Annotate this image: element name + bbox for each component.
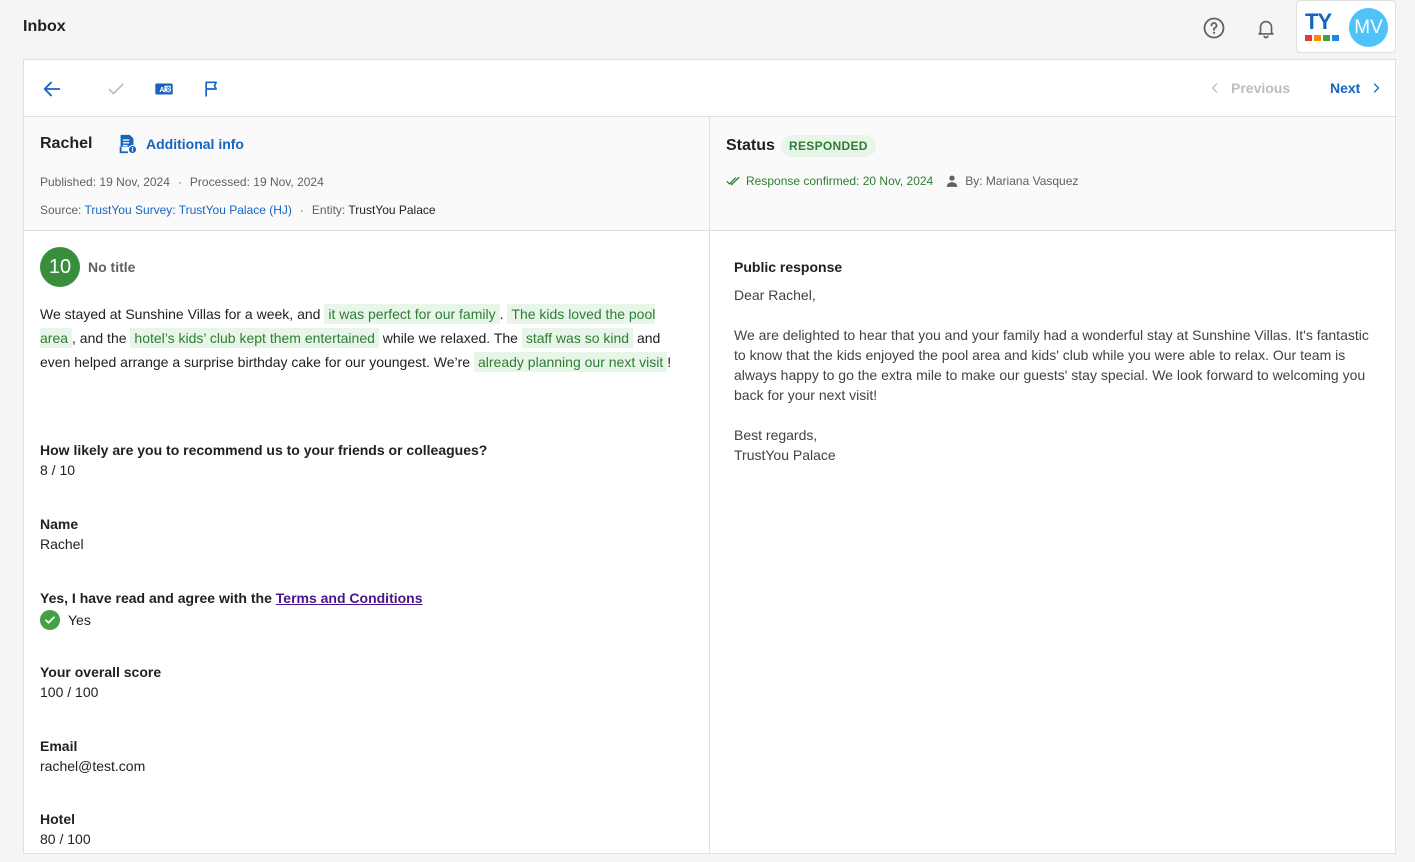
status-label: Status (726, 137, 775, 154)
next-button[interactable]: Next (1330, 80, 1382, 96)
highlight-positive: it was perfect for our family (324, 304, 500, 324)
bell-icon[interactable] (1252, 14, 1280, 42)
response-panel: Public response Dear Rachel, We are deli… (710, 231, 1395, 854)
translate-icon[interactable]: A文 (152, 77, 176, 101)
review-text: We stayed at Sunshine Villas for a week,… (40, 304, 672, 372)
question-terms: Yes, I have read and agree with the Term… (40, 590, 423, 630)
response-title: Public response (734, 259, 843, 275)
status-badge: RESPONDED (781, 135, 876, 157)
review-card: A文 Previous Next Rachel Additional info … (23, 59, 1396, 854)
response-body: Dear Rachel, We are delighted to hear th… (734, 287, 1369, 463)
page-title: Inbox (23, 18, 66, 35)
highlight-positive: staff was so kind (521, 328, 634, 348)
chevron-left-icon (1211, 83, 1218, 93)
flag-icon[interactable] (200, 77, 224, 101)
question-recommend: How likely are you to recommend us to yo… (40, 442, 488, 478)
question-hotel: Hotel 80 / 100 (40, 811, 91, 847)
avatar[interactable]: MV (1349, 8, 1388, 47)
highlight-positive: hotel’s kids’ club kept them entertained (130, 328, 379, 348)
mark-done-icon[interactable] (104, 77, 128, 101)
additional-info-button[interactable]: Additional info (116, 133, 244, 155)
double-check-icon (726, 176, 740, 186)
additional-info-label: Additional info (146, 136, 244, 152)
question-name: Name Rachel (40, 516, 84, 552)
help-icon[interactable] (1200, 14, 1228, 42)
responder-name: By: Mariana Vasquez (965, 174, 1079, 188)
entity-value: TrustYou Palace (348, 203, 436, 217)
next-label: Next (1330, 80, 1361, 96)
question-overall-score: Your overall score 100 / 100 (40, 664, 162, 700)
review-title: No title (88, 259, 136, 275)
person-icon (946, 175, 958, 187)
review-toolbar: A文 Previous Next (24, 60, 1395, 117)
published-date: 19 Nov, 2024 (99, 175, 170, 189)
review-content: 10 No title We stayed at Sunshine Villas… (24, 231, 710, 854)
info-document-icon (119, 134, 138, 155)
status-panel: Status RESPONDED Response confirmed: 20 … (710, 117, 1395, 231)
score-badge: 10 (40, 247, 80, 287)
previous-button[interactable]: Previous (1209, 80, 1290, 96)
back-button[interactable] (40, 77, 64, 101)
review-meta: Rachel Additional info Published: 19 Nov… (24, 117, 710, 231)
previous-label: Previous (1231, 80, 1291, 96)
response-confirmed: Response confirmed: 20 Nov, 2024 By: Mar… (726, 174, 1078, 188)
top-bar: Inbox TY MV (0, 0, 1415, 56)
highlight-positive: already planning our next visit (474, 352, 668, 372)
dates-line: Published: 19 Nov, 2024 · Processed: 19 … (40, 175, 324, 189)
svg-text:文: 文 (165, 85, 171, 93)
terms-link[interactable]: Terms and Conditions (276, 590, 423, 606)
source-link[interactable]: TrustYou Survey: TrustYou Palace (HJ) (84, 203, 291, 217)
chevron-right-icon (1374, 83, 1380, 93)
check-circle-icon (40, 610, 60, 630)
reviewer-name: Rachel (40, 135, 93, 152)
processed-date: 19 Nov, 2024 (253, 175, 324, 189)
account-switcher[interactable]: TY MV (1296, 0, 1396, 53)
question-email: Email rachel@test.com (40, 738, 146, 774)
source-line: Source: TrustYou Survey: TrustYou Palace… (40, 203, 436, 217)
trustyou-logo: TY (1305, 11, 1341, 47)
